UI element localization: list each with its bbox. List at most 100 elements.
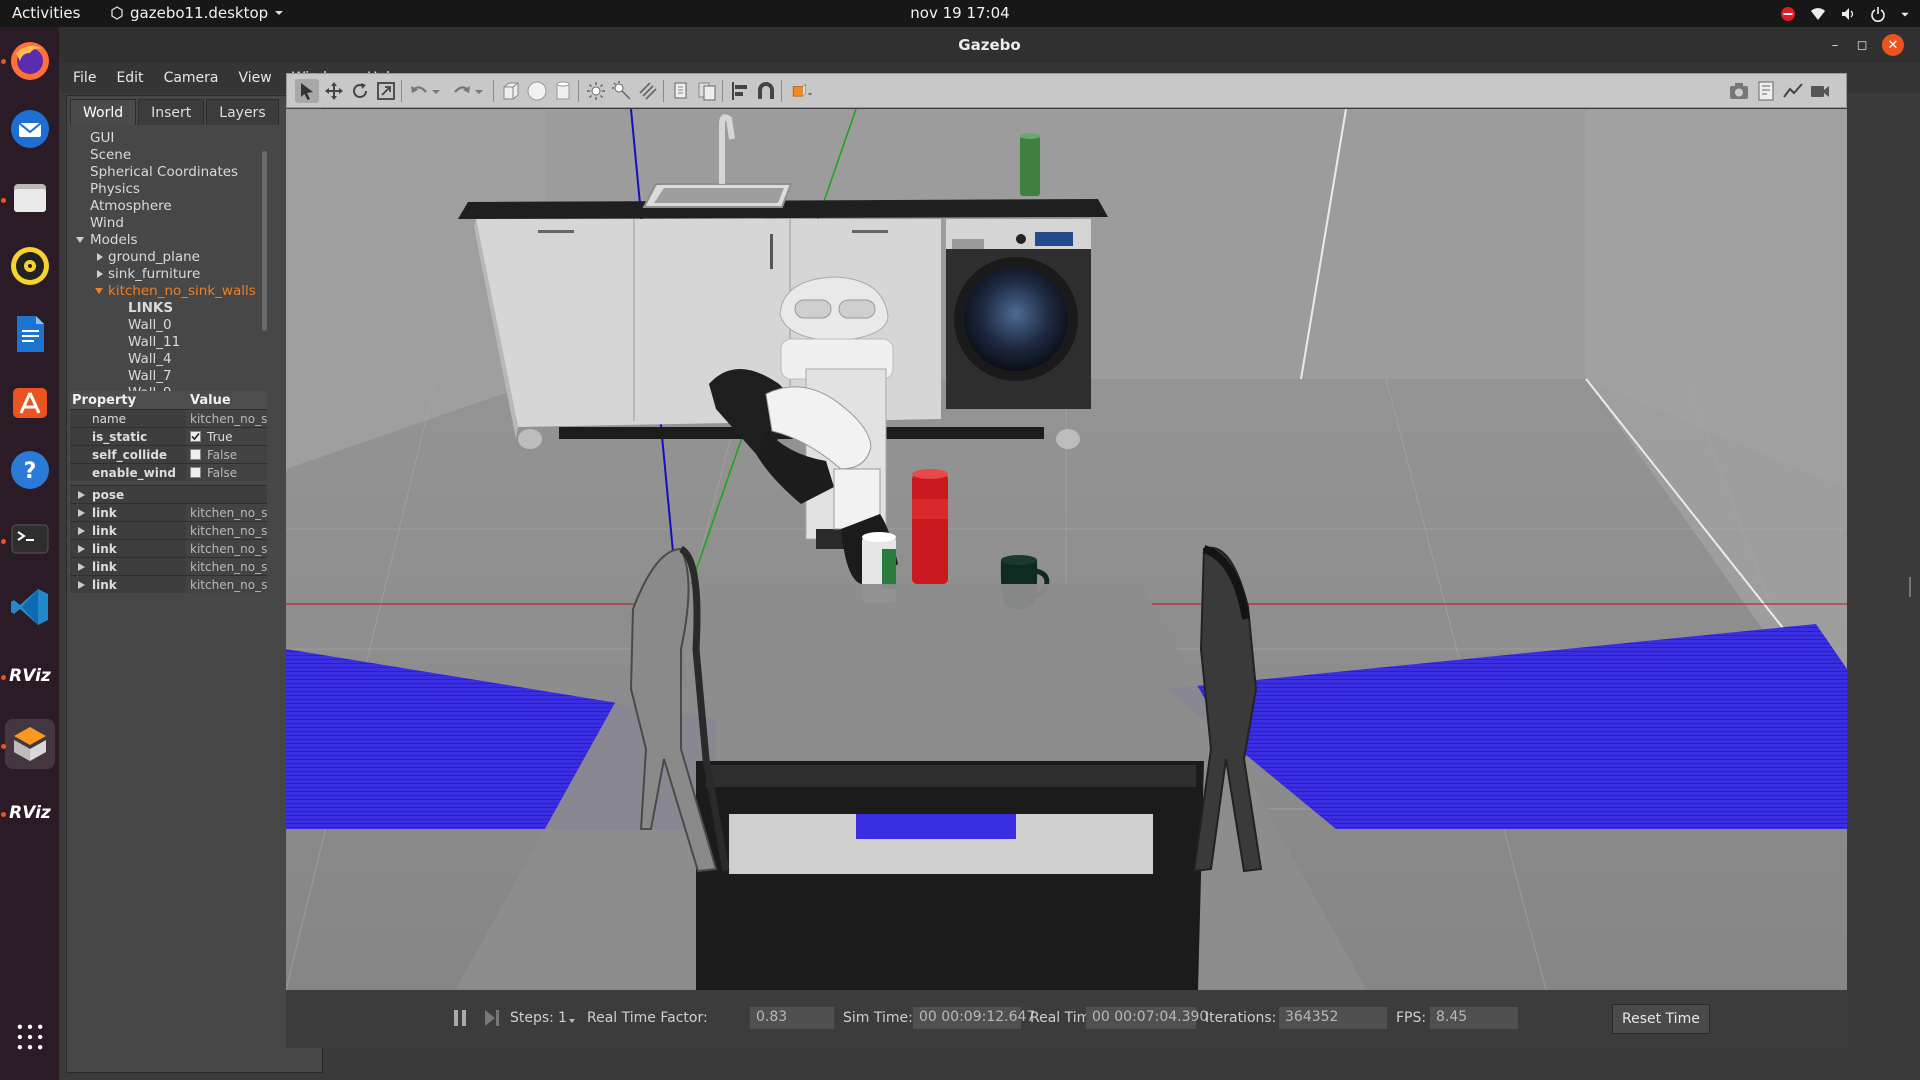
title-bar[interactable]: Gazebo – ◻ ✕ (59, 27, 1920, 63)
point-light-icon (587, 82, 605, 100)
tree-item-models[interactable]: Models (90, 232, 138, 249)
box-shape-button[interactable] (499, 79, 523, 103)
tree-item-sink-furniture[interactable]: sink_furniture (108, 266, 200, 283)
caret-down-icon[interactable] (95, 287, 103, 295)
pause-button[interactable] (450, 1008, 472, 1030)
system-tray[interactable] (1780, 3, 1910, 24)
steps-spinbox[interactable]: 1 (558, 1010, 567, 1026)
property-row-pose[interactable]: pose (70, 485, 267, 503)
tree-item-kitchen-no-sink-walls[interactable]: kitchen_no_sink_walls (108, 283, 256, 300)
property-row-link[interactable]: link kitchen_no_sink... (70, 575, 267, 593)
chevron-down-icon (275, 11, 284, 15)
cylinder-shape-button[interactable] (551, 79, 575, 103)
change-view-button[interactable] (787, 79, 817, 103)
tree-item-wind[interactable]: Wind (90, 215, 124, 232)
sphere-shape-button[interactable] (525, 79, 549, 103)
tree-item-gui[interactable]: GUI (90, 130, 114, 147)
self-collide-checkbox[interactable] (190, 449, 201, 460)
menu-file[interactable]: File (71, 68, 98, 88)
wifi-icon[interactable] (1810, 6, 1826, 22)
translate-mode-button[interactable] (322, 79, 346, 103)
caret-right-icon[interactable] (78, 563, 85, 571)
caret-right-icon[interactable] (78, 581, 85, 589)
firefox-icon[interactable] (5, 36, 55, 86)
thunderbird-icon[interactable] (5, 104, 55, 154)
software-icon[interactable] (5, 377, 55, 427)
activities-button[interactable]: Activities (12, 4, 80, 22)
power-icon[interactable] (1870, 6, 1886, 22)
tree-item-physics[interactable]: Physics (90, 181, 140, 198)
chevron-down-icon[interactable] (1900, 6, 1910, 22)
app-menu[interactable]: gazebo11.desktop (110, 4, 284, 22)
rviz-icon[interactable]: RViz (5, 650, 55, 700)
minimize-button[interactable]: – (1824, 34, 1846, 56)
property-row-link[interactable]: link kitchen_no_sink... (70, 521, 267, 539)
redo-button[interactable] (450, 79, 474, 103)
3d-viewport[interactable] (286, 109, 1847, 990)
paste-button[interactable] (695, 79, 719, 103)
caret-right-icon[interactable] (96, 253, 104, 261)
tab-layers[interactable]: Layers (206, 99, 279, 125)
caret-right-icon[interactable] (78, 527, 85, 535)
volume-icon[interactable] (1840, 6, 1856, 22)
redo-history-dropdown[interactable] (473, 79, 485, 103)
menu-view[interactable]: View (237, 68, 274, 88)
log-button[interactable] (1754, 79, 1778, 103)
property-row-link[interactable]: link kitchen_no_sink... (70, 503, 267, 521)
caret-right-icon[interactable] (78, 491, 85, 499)
rhythmbox-icon[interactable] (5, 241, 55, 291)
writer-icon[interactable] (5, 309, 55, 359)
vscode-icon[interactable] (5, 582, 55, 632)
right-panel-handle[interactable] (1909, 577, 1911, 597)
undo-history-dropdown[interactable] (430, 79, 442, 103)
tree-item-links[interactable]: LINKS (128, 300, 173, 317)
tab-world[interactable]: World (70, 99, 137, 125)
caret-right-icon[interactable] (78, 545, 85, 553)
directional-light-button[interactable] (636, 79, 660, 103)
caret-right-icon[interactable] (96, 270, 104, 278)
plot-button[interactable] (1781, 79, 1805, 103)
tree-item-scene[interactable]: Scene (90, 147, 131, 164)
select-mode-button[interactable] (295, 79, 319, 103)
scene-render (286, 109, 1847, 990)
property-value-cell: False (186, 446, 267, 463)
maximize-button[interactable]: ◻ (1851, 34, 1873, 56)
enable-wind-checkbox[interactable] (190, 467, 201, 478)
snap-button[interactable] (754, 79, 778, 103)
tree-item-atmosphere[interactable]: Atmosphere (90, 198, 172, 215)
spot-light-button[interactable] (610, 79, 634, 103)
caret-right-icon[interactable] (78, 509, 85, 517)
align-button[interactable] (728, 79, 752, 103)
reset-time-button[interactable]: Reset Time (1612, 1004, 1710, 1034)
tree-scrollbar[interactable] (262, 151, 267, 331)
copy-button[interactable] (669, 79, 693, 103)
files-icon[interactable] (5, 173, 55, 223)
do-not-disturb-icon[interactable] (1780, 6, 1796, 22)
help-icon[interactable]: ? (5, 445, 55, 495)
chevron-down-icon[interactable] (568, 1017, 576, 1025)
clock[interactable]: nov 19 17:04 (910, 4, 1009, 22)
menu-camera[interactable]: Camera (162, 68, 221, 88)
terminal-icon[interactable] (5, 514, 55, 564)
tree-item-spherical-coordinates[interactable]: Spherical Coordinates (90, 164, 238, 181)
tree-item-ground-plane[interactable]: ground_plane (108, 249, 200, 266)
property-row-link[interactable]: link kitchen_no_sink... (70, 557, 267, 575)
scale-mode-button[interactable] (374, 79, 398, 103)
app-grid-icon[interactable] (5, 1012, 55, 1062)
screenshot-button[interactable] (1727, 79, 1751, 103)
step-button[interactable] (482, 1008, 504, 1030)
property-row-link[interactable]: link kitchen_no_sink... (70, 539, 267, 557)
tab-insert[interactable]: Insert (138, 99, 205, 125)
close-button[interactable]: ✕ (1882, 34, 1904, 56)
property-name: is_static (70, 428, 186, 445)
point-light-button[interactable] (584, 79, 608, 103)
undo-button[interactable] (407, 79, 431, 103)
rotate-mode-button[interactable] (348, 79, 372, 103)
gazebo-small-icon (111, 6, 123, 20)
gazebo-icon[interactable] (5, 719, 55, 769)
is-static-checkbox[interactable] (190, 431, 201, 442)
rviz-icon-2[interactable]: RViz (5, 787, 55, 837)
record-video-button[interactable] (1808, 79, 1832, 103)
menu-edit[interactable]: Edit (114, 68, 145, 88)
caret-down-icon[interactable] (76, 236, 84, 244)
